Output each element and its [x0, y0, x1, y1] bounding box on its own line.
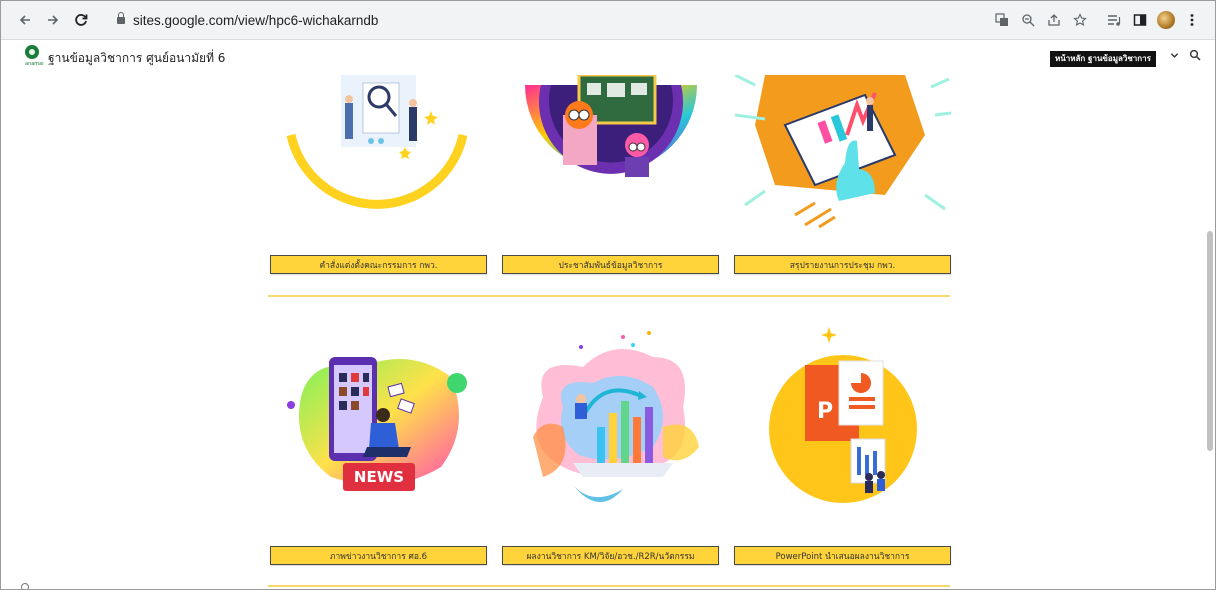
- share-icon[interactable]: [1041, 9, 1067, 31]
- card-image-committee[interactable]: [271, 75, 487, 235]
- browser-window: sites.google.com/view/hpc6-wichakarndb a…: [0, 0, 1216, 590]
- reload-icon: [75, 14, 88, 26]
- kebab-menu-icon[interactable]: [1179, 9, 1205, 31]
- media-queue-icon[interactable]: [1101, 9, 1127, 31]
- team-analysis-illustration: [286, 75, 468, 209]
- card-image-research[interactable]: [503, 317, 719, 517]
- meeting-report-button[interactable]: สรุปรายงานการประชุม กพว.: [734, 255, 951, 274]
- arrow-left-icon: [19, 15, 30, 25]
- nav-item-home[interactable]: หน้าหลัก ฐานข้อมูลวิชาการ: [1050, 51, 1156, 67]
- academic-works-button[interactable]: ผลงานวิชาการ KM/วิจัย/อวช./R2R/นวัตกรรม: [502, 546, 719, 565]
- section-divider-bottom: [268, 585, 950, 587]
- powerpoint-illustration: [769, 327, 917, 503]
- translate-icon[interactable]: [989, 9, 1015, 31]
- card-image-news[interactable]: NEWS: [271, 317, 487, 517]
- laptop-report-illustration: [735, 75, 951, 229]
- reload-button[interactable]: [71, 10, 91, 30]
- lock-icon: [117, 11, 125, 25]
- card-image-meeting-report[interactable]: [735, 75, 951, 235]
- site-title[interactable]: ฐานข้อมูลวิชาการ ศูนย์อนามัยที่ 6: [48, 49, 225, 68]
- address-bar[interactable]: sites.google.com/view/hpc6-wichakarndb: [109, 8, 949, 32]
- arrow-right-icon: [48, 15, 59, 25]
- classroom-circle-illustration: [525, 75, 697, 177]
- toolbar-actions: [989, 9, 1205, 31]
- page-scrollbar[interactable]: [1207, 231, 1213, 451]
- bookmark-star-icon[interactable]: [1067, 9, 1093, 31]
- news-badge: NEWS: [353, 468, 405, 486]
- site-logo[interactable]: [25, 45, 39, 59]
- back-button[interactable]: [15, 10, 35, 30]
- card-image-pr[interactable]: [503, 75, 719, 235]
- card-image-powerpoint[interactable]: P: [735, 317, 951, 517]
- forward-button[interactable]: [43, 10, 63, 30]
- zoom-icon[interactable]: [1015, 9, 1041, 31]
- news-photos-button[interactable]: ภาพข่าวงานวิชาการ ศอ.6: [270, 546, 487, 565]
- side-panel-icon[interactable]: [1127, 9, 1153, 31]
- logo-caption: anamai: [25, 61, 44, 67]
- chevron-down-icon[interactable]: [1170, 51, 1179, 63]
- profile-avatar[interactable]: [1153, 9, 1179, 31]
- info-icon[interactable]: [21, 583, 29, 589]
- powerpoint-logo-letter: P: [817, 399, 834, 424]
- committee-order-button[interactable]: คำสั่งแต่งตั้งคณะกรรมการ กพว.: [270, 255, 487, 274]
- search-icon[interactable]: [1189, 49, 1201, 61]
- browser-toolbar: sites.google.com/view/hpc6-wichakarndb: [1, 1, 1215, 40]
- url-text: sites.google.com/view/hpc6-wichakarndb: [133, 12, 379, 28]
- academic-pr-button[interactable]: ประชาสัมพันธ์ข้อมูลวิชาการ: [502, 255, 719, 274]
- powerpoint-presentations-button[interactable]: PowerPoint นำเสนอผลงานวิชาการ: [734, 546, 951, 565]
- bar-chart-splash-illustration: [533, 331, 699, 503]
- section-divider: [268, 295, 950, 297]
